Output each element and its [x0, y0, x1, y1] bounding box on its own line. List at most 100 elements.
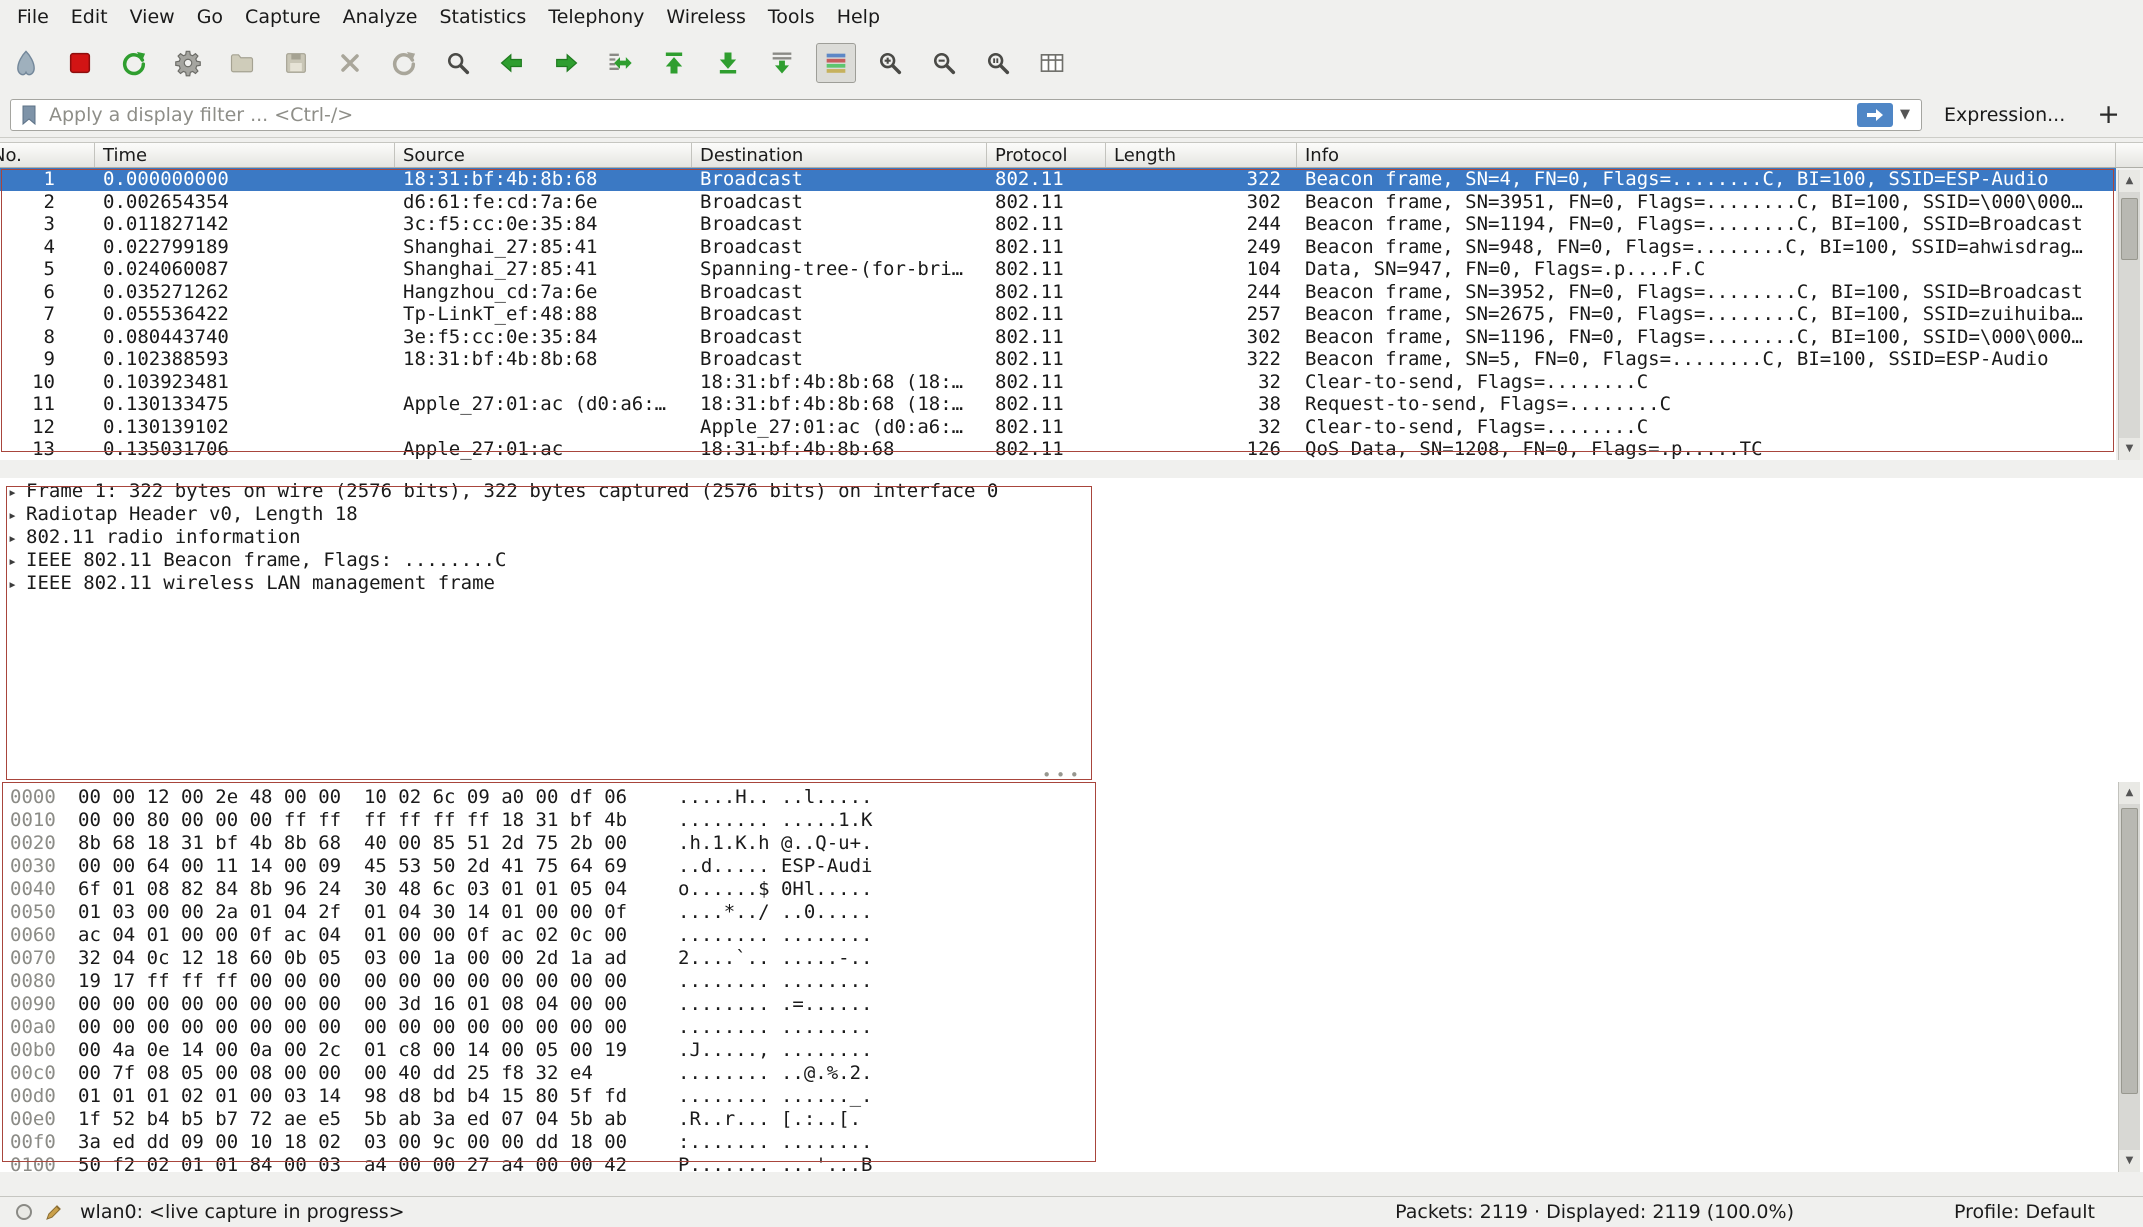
- pane-splitter-handle[interactable]: •••: [1028, 769, 1098, 781]
- add-filter-button[interactable]: +: [2087, 101, 2130, 128]
- hex-ascii[interactable]: 2....`.. .....-..: [678, 947, 872, 970]
- hex-bytes[interactable]: 00 00 80 00 00 00 ff ff ff ff ff ff 18 3…: [78, 809, 678, 832]
- go-back-button[interactable]: [492, 43, 532, 83]
- hex-row-0070[interactable]: 007032 04 0c 12 18 60 0b 05 03 00 1a 00 …: [10, 947, 2143, 970]
- column-header-length[interactable]: Length: [1106, 143, 1297, 167]
- expander-icon[interactable]: ▸: [8, 527, 22, 550]
- detail-line-2[interactable]: ▸802.11 radio information: [8, 526, 2143, 549]
- packet-row-8[interactable]: 80.0804437403e:f5:cc:0e:35:84Broadcast80…: [0, 326, 2116, 349]
- byte-view-scrollbar[interactable]: ▲ ▼: [2118, 782, 2140, 1172]
- menu-help[interactable]: Help: [826, 2, 891, 32]
- column-header-destination[interactable]: Destination: [692, 143, 987, 167]
- go-last-packet-button[interactable]: [708, 43, 748, 83]
- hex-ascii[interactable]: ........ .....1.K: [678, 809, 872, 832]
- go-forward-button[interactable]: [546, 43, 586, 83]
- auto-scroll-button[interactable]: [762, 43, 802, 83]
- menu-capture[interactable]: Capture: [234, 2, 332, 32]
- menu-analyze[interactable]: Analyze: [332, 2, 429, 32]
- packet-list-scrollbar[interactable]: ▲ ▼: [2118, 170, 2140, 460]
- capture-comment-icon[interactable]: [44, 1202, 64, 1222]
- hex-row-0040[interactable]: 00406f 01 08 82 84 8b 96 24 30 48 6c 03 …: [10, 878, 2143, 901]
- scroll-down-arrow-icon[interactable]: ▼: [2119, 438, 2140, 460]
- packet-row-11[interactable]: 110.130133475Apple_27:01:ac (d0:a6:…18:3…: [0, 393, 2116, 416]
- zoom-out-button[interactable]: [924, 43, 964, 83]
- colorize-button[interactable]: [816, 43, 856, 83]
- hex-row-0080[interactable]: 008019 17 ff ff ff 00 00 00 00 00 00 00 …: [10, 970, 2143, 993]
- hex-bytes[interactable]: 00 00 00 00 00 00 00 00 00 3d 16 01 08 0…: [78, 993, 678, 1016]
- hex-bytes[interactable]: 00 00 00 00 00 00 00 00 00 00 00 00 00 0…: [78, 1016, 678, 1039]
- profile-button[interactable]: Profile: Default: [1954, 1201, 2129, 1223]
- packet-row-4[interactable]: 40.022799189Shanghai_27:85:41Broadcast80…: [0, 236, 2116, 259]
- hex-bytes[interactable]: 00 00 64 00 11 14 00 09 45 53 50 2d 41 7…: [78, 855, 678, 878]
- menu-file[interactable]: File: [6, 2, 60, 32]
- hex-ascii[interactable]: ........ .=......: [678, 993, 872, 1016]
- packet-row-6[interactable]: 60.035271262Hangzhou_cd:7a:6eBroadcast80…: [0, 281, 2116, 304]
- filter-dropdown-caret-icon[interactable]: ▼: [1893, 107, 1917, 122]
- hex-bytes[interactable]: ac 04 01 00 00 0f ac 04 01 00 00 0f ac 0…: [78, 924, 678, 947]
- hex-row-0000[interactable]: 000000 00 12 00 2e 48 00 00 10 02 6c 09 …: [10, 786, 2143, 809]
- hex-bytes[interactable]: 01 03 00 00 2a 01 04 2f 01 04 30 14 01 0…: [78, 901, 678, 924]
- find-packet-button[interactable]: [438, 43, 478, 83]
- resize-columns-button[interactable]: [1032, 43, 1072, 83]
- detail-line-3[interactable]: ▸IEEE 802.11 Beacon frame, Flags: ......…: [8, 549, 2143, 572]
- menu-go[interactable]: Go: [186, 2, 234, 32]
- hex-ascii[interactable]: ..d..... ESP-Audi: [678, 855, 872, 878]
- hex-ascii[interactable]: .h.1.K.h @..Q-u+.: [678, 832, 872, 855]
- zoom-in-button[interactable]: [870, 43, 910, 83]
- menu-edit[interactable]: Edit: [60, 2, 119, 32]
- display-filter-input[interactable]: ▼: [10, 99, 1922, 131]
- hex-row-0010[interactable]: 001000 00 80 00 00 00 ff ff ff ff ff ff …: [10, 809, 2143, 832]
- expander-icon[interactable]: ▸: [8, 504, 22, 527]
- scroll-down-arrow-icon[interactable]: ▼: [2119, 1150, 2140, 1172]
- hex-ascii[interactable]: ........ ........: [678, 1016, 872, 1039]
- hex-row-0050[interactable]: 005001 03 00 00 2a 01 04 2f 01 04 30 14 …: [10, 901, 2143, 924]
- hex-bytes[interactable]: 32 04 0c 12 18 60 0b 05 03 00 1a 00 00 2…: [78, 947, 678, 970]
- hex-ascii[interactable]: ....*../ ..0.....: [678, 901, 872, 924]
- hex-row-0060[interactable]: 0060ac 04 01 00 00 0f ac 04 01 00 00 0f …: [10, 924, 2143, 947]
- packet-row-5[interactable]: 50.024060087Shanghai_27:85:41Spanning-tr…: [0, 258, 2116, 281]
- column-header-time[interactable]: Time: [95, 143, 395, 167]
- hex-row-00f0[interactable]: 00f03a ed dd 09 00 10 18 02 03 00 9c 00 …: [10, 1131, 2143, 1154]
- hex-bytes[interactable]: 3a ed dd 09 00 10 18 02 03 00 9c 00 00 d…: [78, 1131, 678, 1154]
- expert-info-icon[interactable]: [14, 1202, 34, 1222]
- column-header-info[interactable]: Info: [1297, 143, 2116, 167]
- scroll-up-arrow-icon[interactable]: ▲: [2119, 170, 2140, 192]
- hex-bytes[interactable]: 00 7f 08 05 00 08 00 00 00 40 dd 25 f8 3…: [78, 1062, 678, 1085]
- hex-ascii[interactable]: .....H.. ..l.....: [678, 786, 872, 809]
- column-header-source[interactable]: Source: [395, 143, 692, 167]
- column-header-no[interactable]: No.: [0, 143, 95, 167]
- hex-ascii[interactable]: .R..r... [.:..[.: [678, 1108, 861, 1131]
- hex-bytes[interactable]: 19 17 ff ff ff 00 00 00 00 00 00 00 00 0…: [78, 970, 678, 993]
- hex-ascii[interactable]: o......$ 0Hl.....: [678, 878, 872, 901]
- hex-bytes[interactable]: 01 01 01 02 01 00 03 14 98 d8 bd b4 15 8…: [78, 1085, 678, 1108]
- detail-line-1[interactable]: ▸Radiotap Header v0, Length 18: [8, 503, 2143, 526]
- hex-bytes[interactable]: 1f 52 b4 b5 b7 72 ae e5 5b ab 3a ed 07 0…: [78, 1108, 678, 1131]
- hex-ascii[interactable]: ........ ........: [678, 924, 872, 947]
- expander-icon[interactable]: ▸: [8, 573, 22, 596]
- hex-ascii[interactable]: .J....., ........: [678, 1039, 872, 1062]
- packet-row-12[interactable]: 120.130139102Apple_27:01:ac (d0:a6:…802.…: [0, 416, 2116, 439]
- expander-icon[interactable]: ▸: [8, 550, 22, 573]
- go-first-packet-button[interactable]: [654, 43, 694, 83]
- hex-ascii[interactable]: ........ ......_.: [678, 1085, 872, 1108]
- hex-row-00b0[interactable]: 00b000 4a 0e 14 00 0a 00 2c 01 c8 00 14 …: [10, 1039, 2143, 1062]
- hex-row-0030[interactable]: 003000 00 64 00 11 14 00 09 45 53 50 2d …: [10, 855, 2143, 878]
- start-capture-button[interactable]: [6, 43, 46, 83]
- packet-row-3[interactable]: 30.0118271423c:f5:cc:0e:35:84Broadcast80…: [0, 213, 2116, 236]
- hex-row-0100[interactable]: 010050 f2 02 01 01 84 00 03 a4 00 00 27 …: [10, 1154, 2143, 1172]
- byte-view-scroll-thumb[interactable]: [2121, 808, 2138, 1094]
- menu-view[interactable]: View: [119, 2, 186, 32]
- hex-bytes[interactable]: 00 00 12 00 2e 48 00 00 10 02 6c 09 a0 0…: [78, 786, 678, 809]
- menu-tools[interactable]: Tools: [757, 2, 826, 32]
- hex-bytes[interactable]: 6f 01 08 82 84 8b 96 24 30 48 6c 03 01 0…: [78, 878, 678, 901]
- apply-filter-button[interactable]: [1857, 103, 1893, 127]
- go-to-packet-button[interactable]: [600, 43, 640, 83]
- zoom-original-button[interactable]: [978, 43, 1018, 83]
- packet-row-2[interactable]: 20.002654354d6:61:fe:cd:7a:6eBroadcast80…: [0, 191, 2116, 214]
- menu-telephony[interactable]: Telephony: [537, 2, 655, 32]
- packet-row-1[interactable]: 10.00000000018:31:bf:4b:8b:68Broadcast80…: [0, 168, 2116, 191]
- expression-button[interactable]: Expression...: [1938, 100, 2071, 130]
- column-header-protocol[interactable]: Protocol: [987, 143, 1106, 167]
- detail-line-0[interactable]: ▸Frame 1: 322 bytes on wire (2576 bits),…: [8, 480, 2143, 503]
- hex-bytes[interactable]: 8b 68 18 31 bf 4b 8b 68 40 00 85 51 2d 7…: [78, 832, 678, 855]
